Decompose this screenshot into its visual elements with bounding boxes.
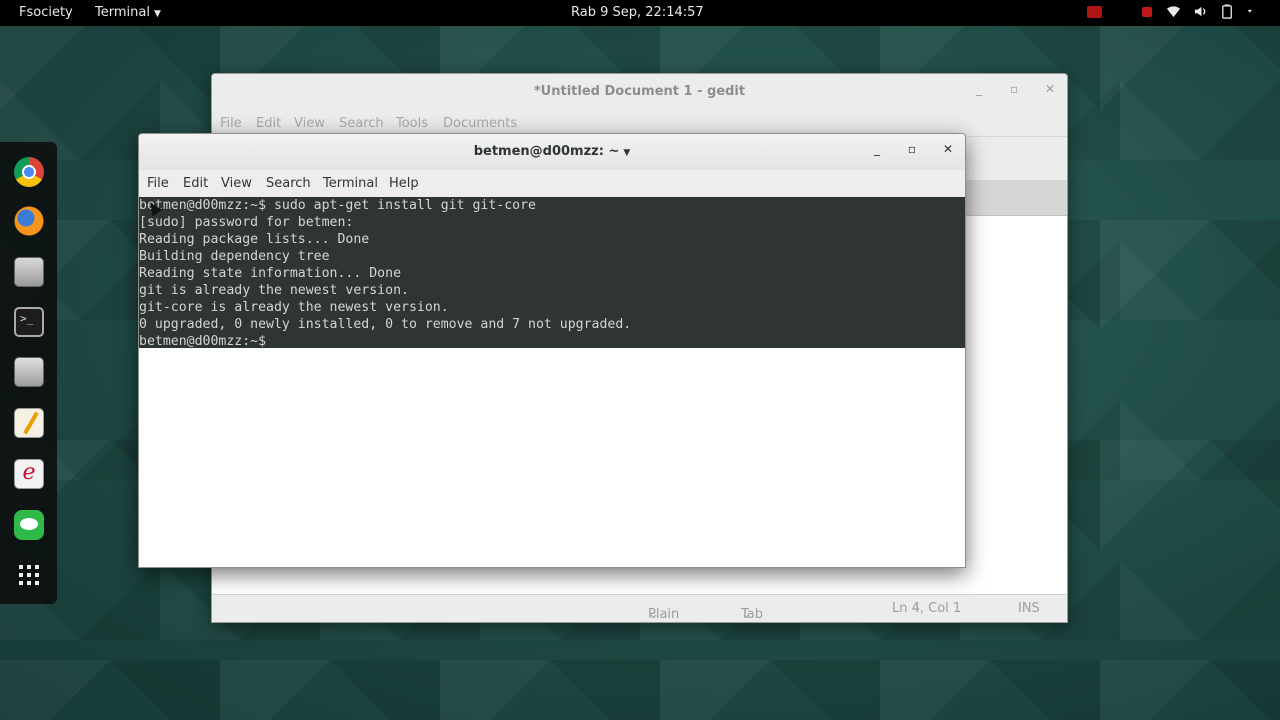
dock: >_ e [0,142,57,604]
terminal-title: betmen@d00mzz: ~ ▼ [139,144,965,159]
gedit-menu-tools[interactable]: Tools [396,116,428,131]
gedit-menu-documents[interactable]: Documents [443,116,517,131]
terminal-line: git is already the newest version. [139,283,409,298]
app-menu-label: Terminal [95,5,150,20]
terminal-menu-terminal[interactable]: Terminal [323,176,378,191]
mixer-icon[interactable] [14,357,44,387]
terminal-menu-help[interactable]: Help [389,176,419,191]
volume-icon [1194,6,1206,17]
gedit-icon[interactable] [14,408,44,438]
insert-mode: INS [1018,601,1040,616]
chevron-down-icon: ▼ [153,9,161,19]
terminal-menubar: File Edit View Search Terminal Help [139,170,965,197]
terminal-line: git-core is already the newest version. [139,300,449,315]
terminal-output[interactable]: betmen@d00mzz:~$ sudo apt-get install gi… [139,197,965,349]
gedit-titlebar[interactable]: *Untitled Document 1 - gedit _ ▫ ✕ [212,74,1067,111]
app-menu[interactable]: Terminal ▼ [95,5,161,20]
minimize-icon[interactable]: _ [868,142,886,156]
battery-icon [1222,4,1232,19]
gedit-menu-edit[interactable]: Edit [256,116,281,131]
terminal-menu-search[interactable]: Search [266,176,311,191]
files-icon[interactable] [14,257,44,287]
maximize-icon[interactable]: ▫ [1005,82,1023,96]
line-icon[interactable] [14,510,44,540]
system-tray[interactable] [1087,4,1256,19]
record-icon[interactable] [1142,6,1152,17]
editor-icon[interactable]: e [14,459,44,489]
gedit-statusbar: Plain Text ⌄ Tab Width: 8 ⌄ Ln 4, Col 1 … [212,594,1067,622]
gedit-menu-view[interactable]: View [294,116,325,131]
terminal-window[interactable]: betmen@d00mzz: ~ ▼ _ ▫ ✕ File Edit View S… [138,133,966,568]
terminal-prompt: betmen@d00mzz:~$ [139,334,267,349]
chevron-down-icon: ⌄ [648,607,659,622]
terminal-titlebar[interactable]: betmen@d00mzz: ~ ▼ _ ▫ ✕ [139,134,965,170]
terminal-line: Building dependency tree [139,249,330,264]
minimize-icon[interactable]: _ [970,82,988,96]
terminal-icon[interactable]: >_ [14,307,44,337]
terminal-menu-file[interactable]: File [147,176,169,191]
clock[interactable]: Rab 9 Sep, 22:14:57 [571,5,704,20]
top-bar: Fsociety Terminal ▼ Rab 9 Sep, 22:14:57 [0,0,1280,26]
firefox-icon[interactable] [14,206,44,236]
maximize-icon[interactable]: ▫ [903,142,921,156]
chevron-down-icon: ▼ [623,148,631,158]
terminal-line: betmen@d00mzz:~$ sudo apt-get install gi… [139,198,536,213]
gedit-menu-search[interactable]: Search [339,116,384,131]
terminal-line: Reading package lists... Done [139,232,370,247]
gedit-menu-file[interactable]: File [220,116,242,131]
show-apps-icon[interactable] [14,560,44,590]
terminal-line: Reading state information... Done [139,266,402,281]
terminal-line: 0 upgraded, 0 newly installed, 0 to remo… [139,317,632,332]
activities-button[interactable]: Fsociety [19,5,73,20]
chrome-icon[interactable] [14,157,44,187]
terminal-menu-edit[interactable]: Edit [183,176,208,191]
terminal-menu-view[interactable]: View [221,176,252,191]
power-menu-icon [1247,9,1253,13]
chevron-down-icon: ⌄ [741,607,752,622]
terminal-title-label: betmen@d00mzz: ~ [473,144,620,159]
cursor-position: Ln 4, Col 1 [892,601,962,616]
wifi-icon [1166,6,1181,18]
terminal-line: [sudo] password for betmen: [139,215,354,230]
gedit-title: *Untitled Document 1 - gedit [533,84,746,99]
close-icon[interactable]: ✕ [939,142,957,156]
screen-recorder-icon[interactable] [1087,5,1102,18]
close-icon[interactable]: ✕ [1041,82,1059,96]
